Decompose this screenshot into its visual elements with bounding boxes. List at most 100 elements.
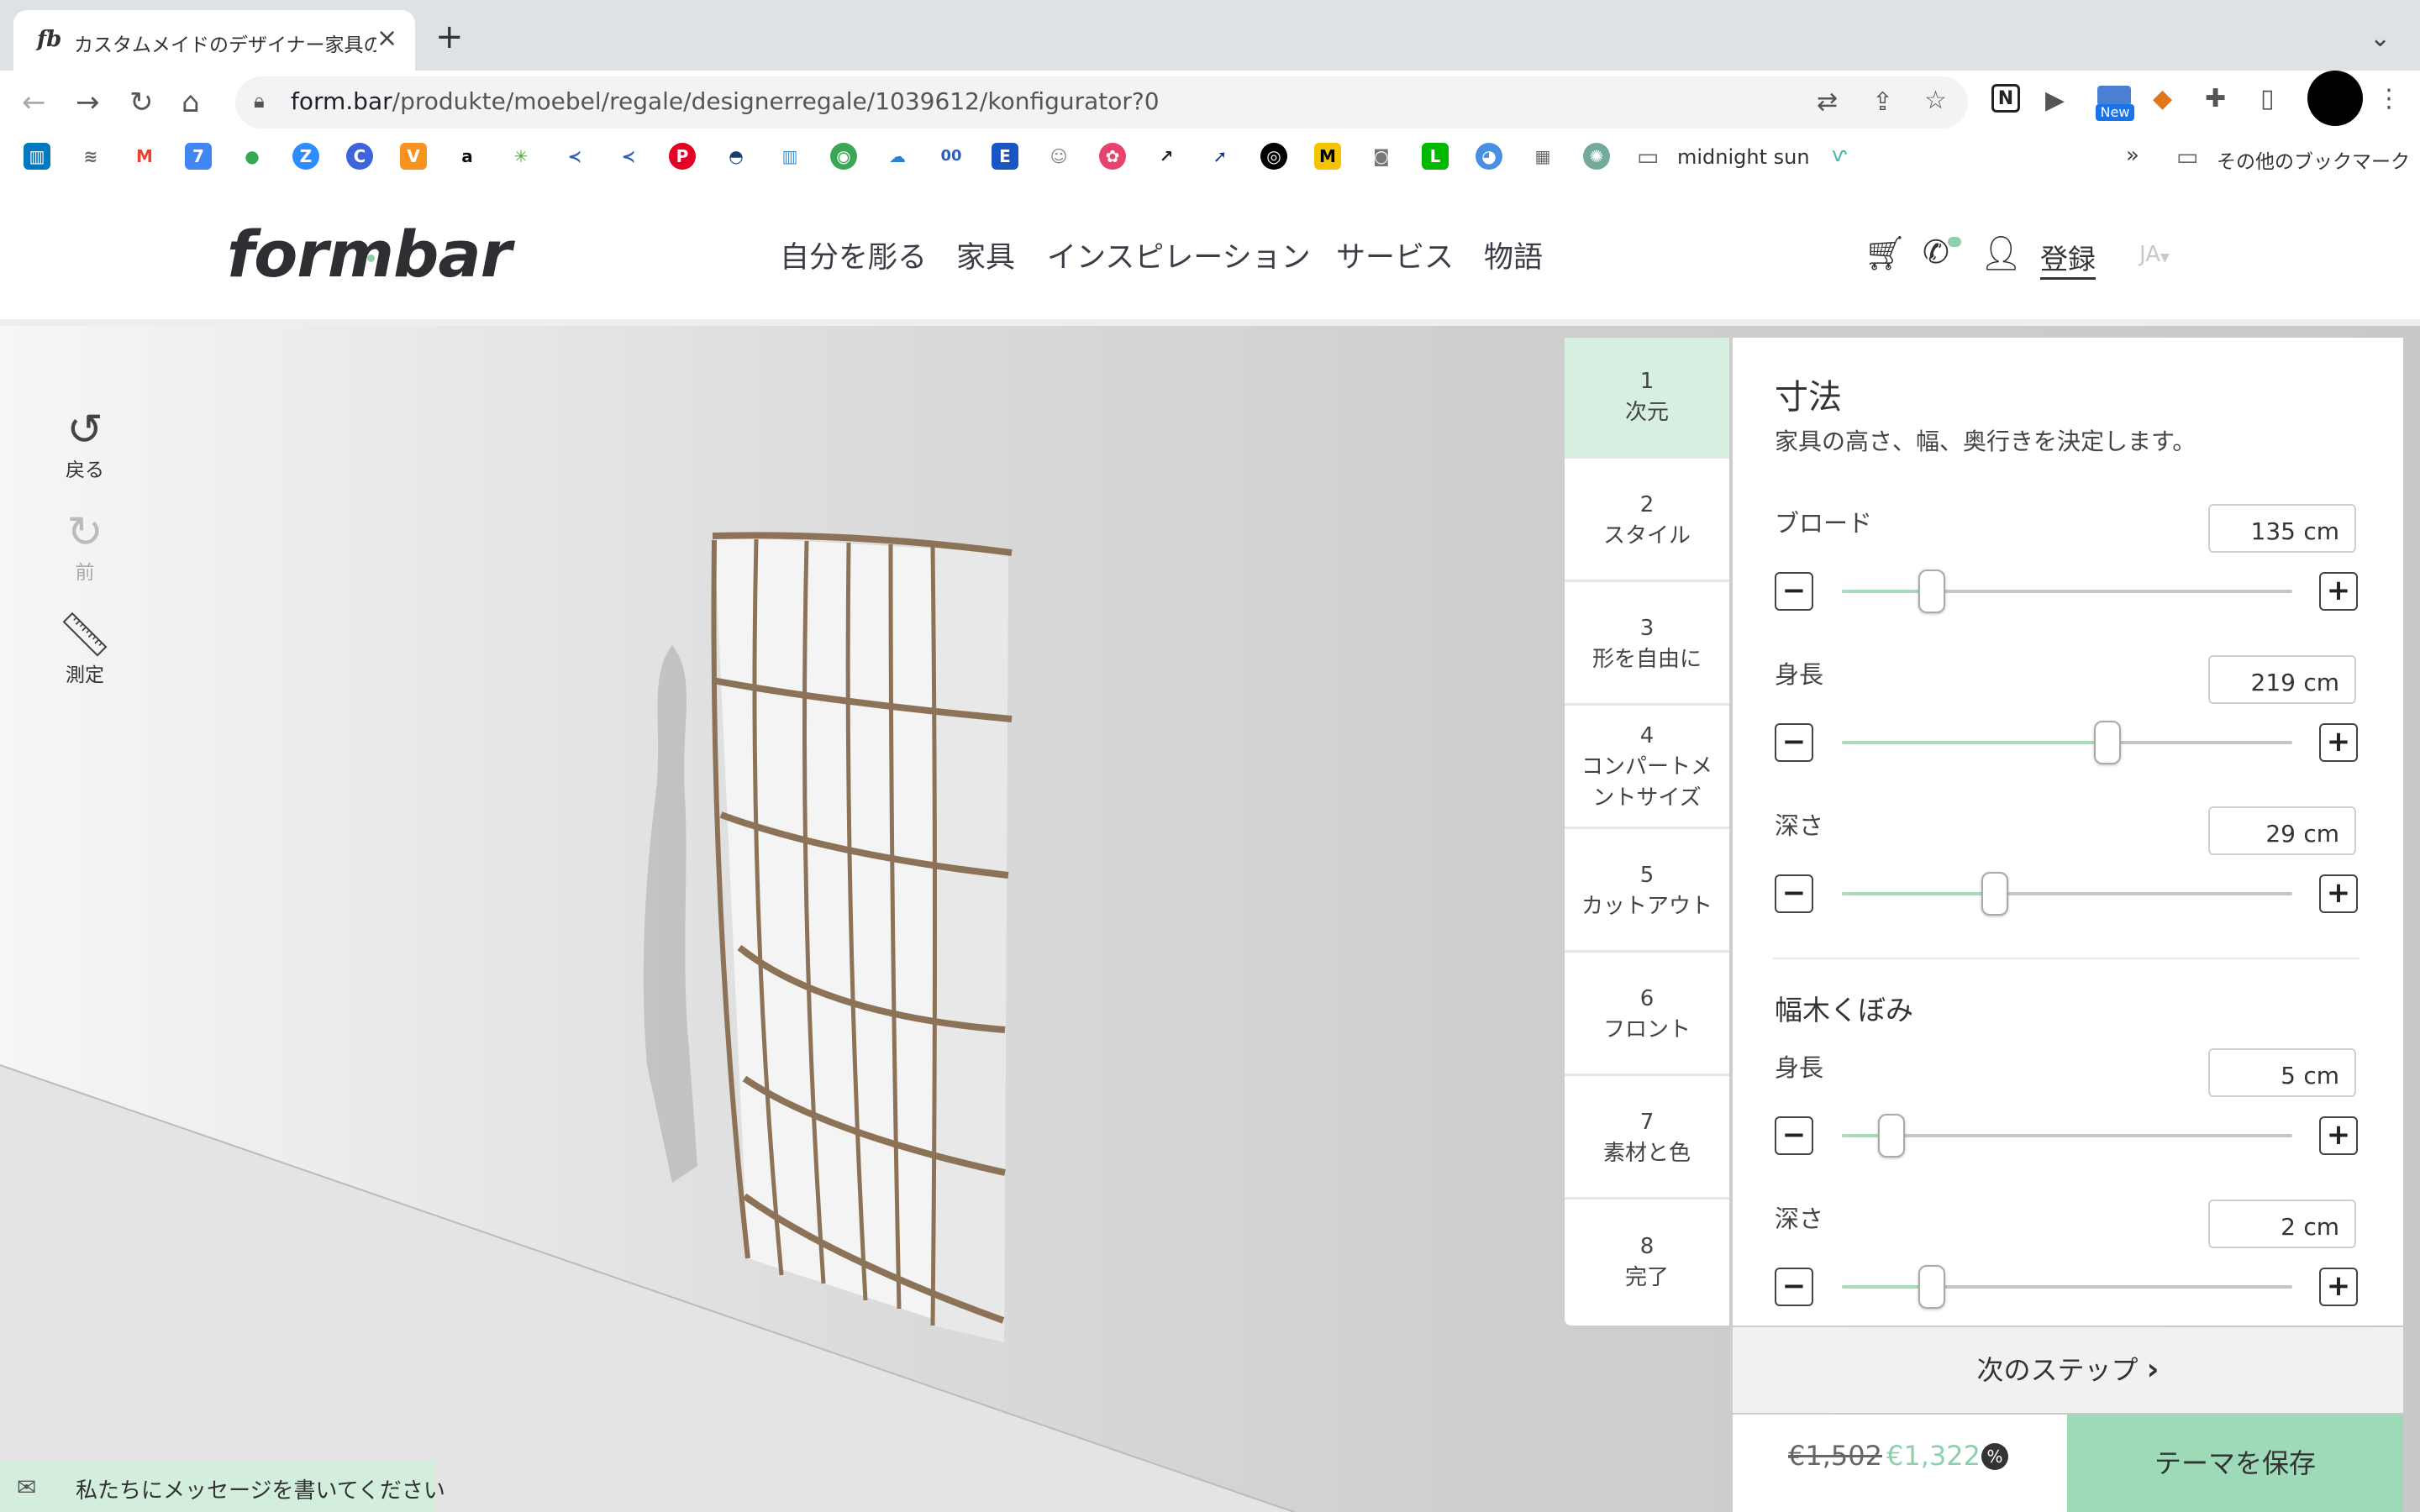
recess-height-plus-button[interactable]: + (2319, 1116, 2358, 1155)
smile-bookmark-icon[interactable]: ☺ (1045, 143, 1072, 170)
v-bookmark-icon[interactable]: V (400, 143, 427, 170)
width-slider-handle[interactable] (1918, 570, 1946, 613)
step-3-freeform[interactable]: 3 形を自由に (1565, 585, 1729, 706)
recess-depth-slider-handle[interactable] (1918, 1265, 1946, 1309)
message-widget[interactable]: ✉ 私たちにメッセージを書いてください (0, 1462, 445, 1512)
step-5-cutout[interactable]: 5 カットアウト (1565, 832, 1729, 953)
step-8-finish[interactable]: 8 完了 (1565, 1202, 1729, 1323)
gmail-bookmark-icon[interactable]: M (131, 143, 158, 170)
width-input[interactable]: 135 cm (2208, 504, 2356, 553)
translate-icon[interactable]: ⇄ (1817, 87, 1838, 118)
recess-depth-plus-button[interactable]: + (2319, 1268, 2358, 1306)
back-icon[interactable]: ← (22, 86, 46, 119)
nav-item-story[interactable]: 物語 (1484, 234, 1543, 276)
notion-extension-icon[interactable]: N (1991, 84, 2020, 113)
chatgpt-bookmark-icon[interactable]: ✺ (1583, 143, 1610, 170)
database-bookmark-icon[interactable]: ≋ (77, 143, 104, 170)
share-icon[interactable]: ⇪ (1872, 87, 1893, 118)
height-input[interactable]: 219 cm (2208, 655, 2356, 704)
phone-icon[interactable]: ✆ (1923, 234, 1949, 270)
miro-bookmark-icon[interactable]: M (1314, 143, 1341, 170)
step-7-material-color[interactable]: 7 素材と色 (1565, 1079, 1729, 1200)
trello-bookmark-icon[interactable]: ▥ (24, 143, 50, 170)
green-circle-bookmark-icon[interactable]: ◉ (830, 143, 857, 170)
step-4-compartment-size[interactable]: 4 コンパートメ ントサイズ (1565, 708, 1729, 829)
depth-plus-button[interactable]: + (2319, 874, 2358, 913)
calendar-bookmark-icon[interactable]: 7 (185, 143, 212, 170)
chrome-menu-icon[interactable]: ⋮ (2376, 84, 2402, 114)
c-bookmark-icon[interactable]: C (346, 143, 373, 170)
asterisk-bookmark-icon[interactable]: ✳ (508, 143, 534, 170)
nav-item-inspiration[interactable]: インスピレーション (1047, 234, 1311, 276)
width-minus-button[interactable]: − (1775, 572, 1813, 611)
amazon-bookmark-icon[interactable]: a (454, 143, 481, 170)
bookmark-folder-midnight-sun[interactable]: midnight sun (1677, 145, 1810, 169)
nav-item-sculpt[interactable]: 自分を彫る (780, 234, 927, 276)
step-1-dimensions[interactable]: 1 次元 (1565, 338, 1729, 459)
next-step-button[interactable]: 次のステップ › (1733, 1327, 2403, 1413)
forward-icon[interactable]: → (76, 86, 100, 119)
dome-bookmark-icon[interactable]: ◓ (723, 143, 750, 170)
recess-height-input[interactable]: 5 cm (2208, 1048, 2356, 1097)
url-text[interactable]: form.bar/produkte/moebel/regale/designer… (291, 87, 1160, 115)
oo-bookmark-icon[interactable]: 00 (938, 143, 965, 170)
camera-bookmark-icon[interactable]: ◙ (1368, 143, 1395, 170)
e-bookmark-icon[interactable]: E (992, 143, 1018, 170)
recess-height-minus-button[interactable]: − (1775, 1116, 1813, 1155)
depth-minus-button[interactable]: − (1775, 874, 1813, 913)
building-bookmark-icon[interactable]: ▦ (1529, 143, 1556, 170)
nav-item-services[interactable]: サービス (1336, 234, 1454, 276)
recess-depth-minus-button[interactable]: − (1775, 1268, 1813, 1306)
recess-depth-input[interactable]: 2 cm (2208, 1200, 2356, 1248)
height-plus-button[interactable]: + (2319, 723, 2358, 762)
v-bookmark2-icon[interactable]: ⱱ (1832, 143, 1847, 166)
recess-height-slider-track[interactable] (1842, 1134, 2292, 1137)
cart-icon[interactable]: 🛒︎ (1864, 234, 1907, 273)
login-link[interactable]: 登録 (2040, 237, 2096, 280)
width-plus-button[interactable]: + (2319, 572, 2358, 611)
undo-button[interactable]: ↺ 戻る (55, 407, 114, 482)
browser-tab[interactable]: fb カスタムメイドのデザイナー家具の × (13, 10, 415, 71)
measure-button[interactable]: 📏︎ 測定 (55, 612, 114, 687)
reload-icon[interactable]: ↻ (129, 86, 154, 119)
depth-input[interactable]: 29 cm (2208, 806, 2356, 855)
user-icon[interactable]: 👤︎ (1980, 234, 2023, 273)
bookmark-star-icon[interactable]: ☆ (1924, 86, 1947, 116)
tab-search-icon[interactable]: ⌄ (2370, 24, 2391, 53)
save-theme-button[interactable]: テーマを保存 (2067, 1415, 2403, 1512)
recess-height-slider-handle[interactable] (1877, 1114, 1905, 1158)
pinterest-bookmark-icon[interactable]: P (669, 143, 696, 170)
height-slider-handle[interactable] (2094, 721, 2122, 764)
depth-slider-handle[interactable] (1981, 872, 2009, 916)
zoom-bookmark-icon[interactable]: Z (292, 143, 319, 170)
redo-button[interactable]: ↻ 前 (55, 509, 114, 585)
maps-bookmark-icon[interactable]: ● (239, 143, 266, 170)
nav-item-furniture[interactable]: 家具 (956, 234, 1015, 276)
step-6-front[interactable]: 6 フロント (1565, 955, 1729, 1076)
language-select[interactable]: JA▼ (2139, 242, 2170, 267)
profile-avatar[interactable] (2307, 71, 2363, 126)
blue-arrow-bookmark-icon[interactable]: ➚ (1207, 143, 1234, 170)
chat-bookmark-icon[interactable]: ◕ (1476, 143, 1502, 170)
step-2-style[interactable]: 2 スタイル (1565, 461, 1729, 582)
pink-bookmark-icon[interactable]: ✿ (1099, 143, 1126, 170)
openai-bookmark-icon[interactable]: ◎ (1260, 143, 1287, 170)
arrow-bookmark-icon[interactable]: ≺ (561, 143, 588, 170)
new-tab-button[interactable]: + (435, 20, 464, 54)
lock-icon[interactable]: 🔒︎ (254, 89, 265, 113)
other-bookmarks[interactable]: その他のブックマーク (2217, 145, 2410, 174)
cloud-bookmark-icon[interactable]: ☁ (884, 143, 911, 170)
height-minus-button[interactable]: − (1775, 723, 1813, 762)
home-icon[interactable]: ⌂ (182, 86, 200, 119)
discount-icon[interactable]: % (1981, 1443, 2008, 1470)
chart-bookmark-icon[interactable]: ▥ (776, 143, 803, 170)
metamask-icon[interactable]: ◆ (2153, 84, 2172, 114)
more-bookmarks-button[interactable]: » (2126, 143, 2139, 168)
extensions-puzzle-icon[interactable]: ✚ (2205, 84, 2226, 114)
line-bookmark-icon[interactable]: L (1422, 143, 1449, 170)
arrow2-bookmark-icon[interactable]: ≺ (615, 143, 642, 170)
side-panel-icon[interactable]: ▯ (2260, 84, 2275, 114)
tab-close-icon[interactable]: × (376, 24, 397, 53)
video-extension-icon[interactable]: ▶ (2045, 86, 2065, 116)
pen-bookmark-icon[interactable]: ↗ (1153, 143, 1180, 170)
